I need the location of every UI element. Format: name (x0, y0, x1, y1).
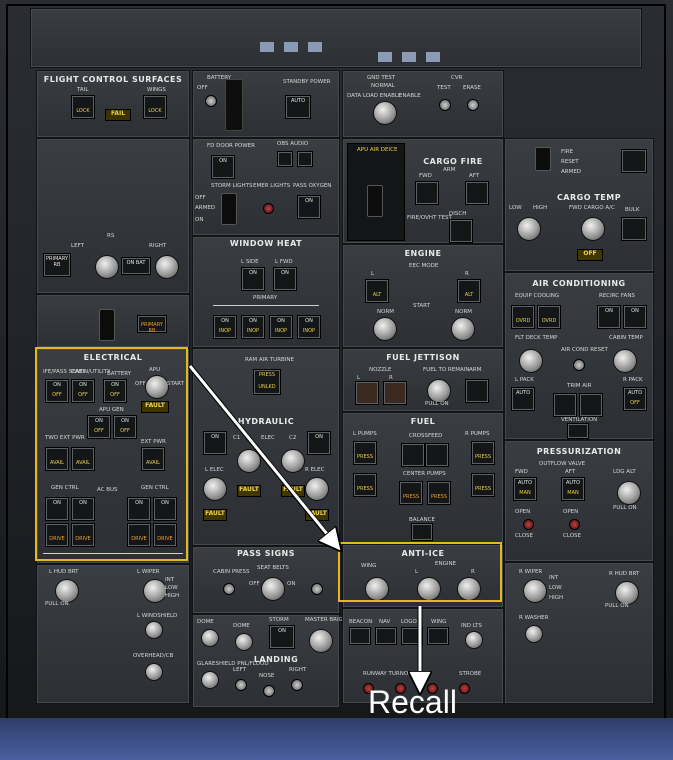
recall-caption: Recall (368, 684, 457, 720)
annotation-arrows (188, 364, 673, 760)
arrow-to-anti-ice (188, 365, 336, 545)
overhead-panel: FLIGHT CONTROL SURFACES TAIL WINGS LOCK … (0, 0, 673, 760)
